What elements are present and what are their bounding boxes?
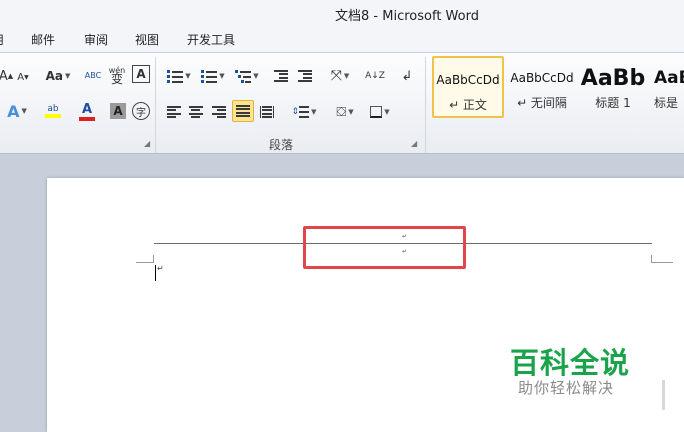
watermark-subtitle: 助你轻松解决 (518, 379, 615, 397)
paragraph-group-label: 段落 (269, 138, 294, 152)
line-spacing-button[interactable]: ⇕ ▼ (289, 101, 319, 123)
sort-icon: A↓Z (365, 70, 385, 81)
change-case-icon: Aa (45, 69, 63, 83)
char-border-button[interactable]: A (132, 65, 150, 83)
scrollbar-fragment[interactable] (662, 380, 665, 410)
clear-format-button[interactable]: ABC (84, 64, 102, 86)
window-title: 文档8 - Microsoft Word (335, 9, 479, 24)
bullets-button[interactable]: ▼ (164, 65, 194, 87)
grow-font-button[interactable]: A ▲ (0, 65, 14, 87)
multilevel-list-button[interactable]: ▼ (232, 65, 262, 87)
style-no-spacing[interactable]: AaBbCcDd ↵ 无间隔 (506, 56, 578, 118)
title-bar: 文档8 - Microsoft Word (0, 0, 684, 26)
highlight-icon: ab (47, 104, 59, 114)
chinese-layout-button[interactable]: ⤧ ▼ (325, 65, 355, 87)
decrease-indent-icon (274, 70, 288, 82)
increase-indent-icon (298, 70, 312, 82)
numbering-icon (201, 70, 218, 83)
sort-button[interactable]: A↓Z (364, 65, 386, 87)
text-effect-icon: A (7, 101, 20, 121)
tab-view[interactable]: 视图 (135, 31, 159, 48)
clear-format-icon: ABC (84, 70, 102, 80)
font-color-button[interactable]: A (72, 100, 102, 122)
style-gallery: AaBbCcDd ↵ 正文 AaBbCcDd ↵ 无间隔 AaBb 标题 1 A… (430, 56, 684, 118)
font-color-icon: A (81, 101, 93, 117)
distributed-align-button[interactable] (257, 101, 277, 123)
border-icon (370, 106, 383, 118)
group-separator (155, 57, 156, 153)
align-right-button[interactable] (209, 101, 229, 123)
tab-review[interactable]: 审阅 (84, 31, 108, 48)
paragraph-dialog-launcher-icon[interactable]: ◢ (411, 139, 417, 148)
paint-bucket-icon: ⛋ (336, 104, 347, 120)
align-left-button[interactable] (164, 101, 184, 123)
watermark-title: 百科全说 (510, 346, 631, 380)
enclose-char-icon: 字 (136, 107, 146, 119)
borders-button[interactable]: ▼ (365, 101, 395, 123)
show-marks-icon: ↲ (401, 68, 413, 84)
chinese-layout-icon: ⤧ (330, 68, 342, 84)
align-center-button[interactable] (186, 101, 206, 123)
char-border-icon: A (136, 67, 146, 81)
margin-corner-left (136, 255, 154, 263)
tab-developer[interactable]: 开发工具 (187, 31, 235, 48)
ribbon-tabs: 用 邮件 审阅 视图 开发工具 (0, 26, 684, 52)
grow-font-icon: A (0, 68, 8, 84)
style-heading-2[interactable]: AaB 标是 (646, 56, 684, 118)
line-spacing-icon (299, 106, 310, 118)
shrink-font-button[interactable]: A ▼ (16, 66, 30, 88)
distributed-align-icon (260, 106, 274, 118)
multilevel-list-icon (235, 70, 252, 83)
tab-references[interactable]: 用 (0, 31, 4, 48)
phonetic-guide-button[interactable]: wén 变 (108, 62, 126, 88)
style-normal[interactable]: AaBbCcDd ↵ 正文 (432, 56, 504, 118)
text-effect-button[interactable]: A ▼ (6, 100, 28, 122)
char-shading-button[interactable]: A (110, 103, 126, 119)
highlight-color-button[interactable]: ab (38, 100, 68, 122)
change-case-button[interactable]: Aa ▼ (44, 65, 72, 87)
style-heading-1[interactable]: AaBb 标题 1 (577, 56, 649, 118)
justify-button[interactable] (232, 100, 254, 122)
text-cursor (155, 265, 156, 281)
char-shading-icon: A (113, 104, 123, 118)
line-spacing-arrow-icon: ⇕ (291, 107, 300, 117)
show-marks-button[interactable]: ↲ (398, 65, 416, 87)
group-separator (425, 57, 426, 153)
tab-mailings[interactable]: 邮件 (31, 31, 55, 48)
align-left-icon (167, 106, 181, 118)
align-right-icon (212, 106, 226, 118)
margin-corner-right (651, 255, 673, 263)
numbering-button[interactable]: ▼ (198, 65, 228, 87)
align-center-icon (189, 106, 203, 118)
body-paragraph-mark: ↵ (157, 264, 164, 273)
bullets-icon (167, 70, 184, 83)
increase-indent-button[interactable] (295, 65, 315, 87)
decrease-indent-button[interactable] (271, 65, 291, 87)
enclose-char-button[interactable]: 字 (132, 102, 150, 120)
shading-button[interactable]: ⛋ ▼ (329, 101, 361, 123)
shrink-font-icon: A (17, 71, 25, 83)
highlight-box (303, 226, 466, 269)
font-dialog-launcher-icon[interactable]: ◢ (144, 139, 150, 148)
justify-icon (236, 105, 250, 117)
